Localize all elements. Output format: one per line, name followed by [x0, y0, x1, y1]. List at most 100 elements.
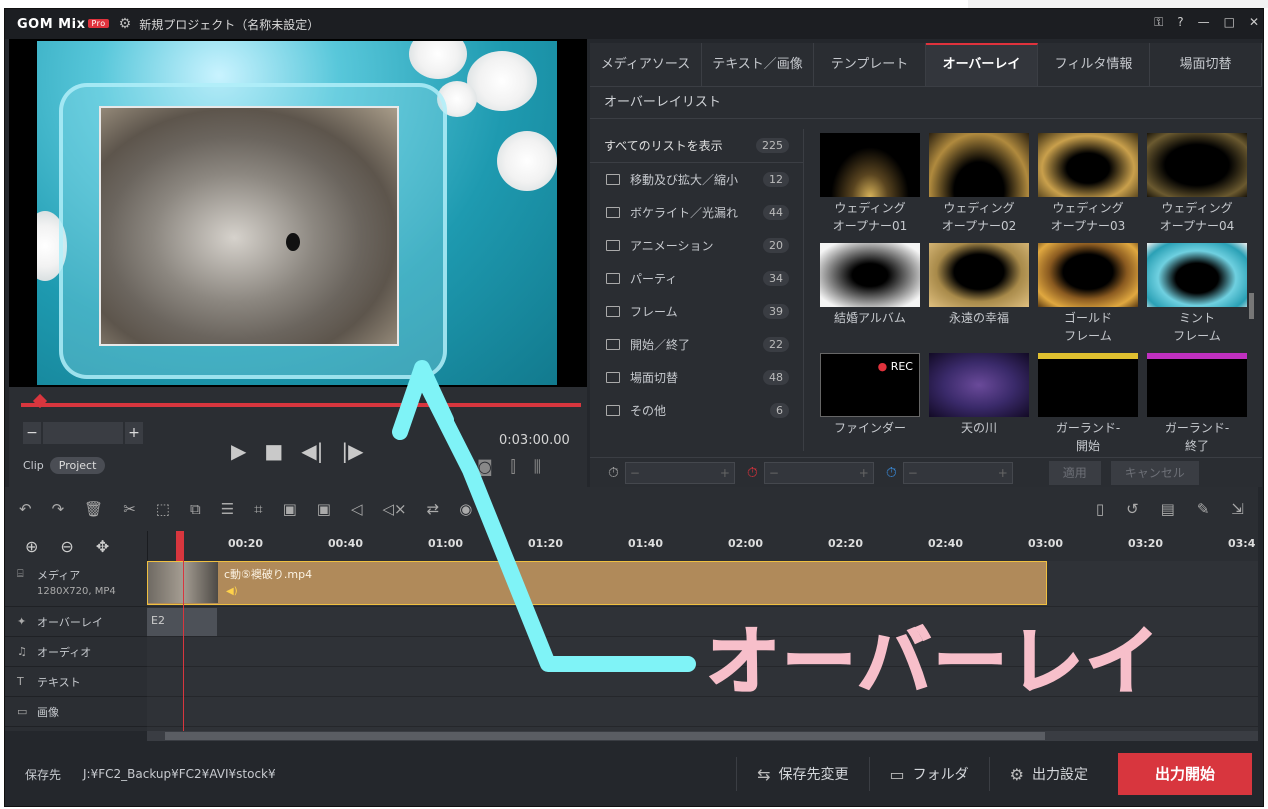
- overlay-thumb[interactable]: ウェディング オープナー03: [1038, 133, 1138, 237]
- category-item[interactable]: 開始／終了 22: [590, 328, 803, 361]
- category-item[interactable]: フレーム 39: [590, 295, 803, 328]
- output-settings-button[interactable]: ⚙ 出力設定: [988, 757, 1108, 791]
- settings-gear-icon[interactable]: ⚙: [119, 16, 132, 32]
- overlay-thumb[interactable]: ミント フレーム: [1147, 243, 1247, 347]
- tab-filter[interactable]: フィルタ情報: [1038, 43, 1150, 86]
- cut-icon[interactable]: ✂: [123, 500, 136, 518]
- overlay-clip[interactable]: E2: [147, 608, 217, 636]
- end-time-stepper[interactable]: − +: [902, 461, 1013, 484]
- overlay-thumb[interactable]: ウェディング オープナー02: [929, 133, 1029, 237]
- track-media-header[interactable]: ⌸ メディア 1280X720, MP4: [5, 561, 147, 607]
- swap-folder-icon: ⇆: [757, 764, 771, 784]
- key-icon[interactable]: ⚿: [1154, 15, 1163, 30]
- image-left-icon[interactable]: ▣: [283, 500, 297, 518]
- export-start-button[interactable]: 出力開始: [1118, 753, 1252, 795]
- timeline-playhead-line: [183, 531, 184, 731]
- show-all-item[interactable]: すべてのリストを表示 225: [590, 129, 803, 163]
- snapshot-icon[interactable]: ◙: [477, 457, 493, 477]
- folder-button[interactable]: ▭ フォルダ: [868, 757, 989, 791]
- minimize-icon[interactable]: —: [1198, 15, 1210, 30]
- start-time-stepper[interactable]: − +: [763, 461, 874, 484]
- fit-icon[interactable]: ✥: [96, 537, 109, 556]
- category-item[interactable]: その他 6: [590, 394, 803, 427]
- project-mode-button[interactable]: Project: [49, 457, 106, 474]
- duration-stepper[interactable]: − +: [624, 461, 735, 484]
- save-icon[interactable]: ▤: [1161, 500, 1175, 518]
- category-item[interactable]: パーティ 34: [590, 262, 803, 295]
- adjust-icon[interactable]: ☰: [221, 500, 234, 518]
- select-icon[interactable]: ⬚: [156, 500, 170, 518]
- category-item[interactable]: ボケライト／光漏れ 44: [590, 196, 803, 229]
- timeline-zoom-tools: ⊕ ⊖ ✥: [5, 531, 147, 561]
- undo-icon[interactable]: ↶: [19, 500, 32, 518]
- tab-template[interactable]: テンプレート: [814, 43, 926, 86]
- export-project-icon[interactable]: ⇲: [1231, 500, 1244, 518]
- overlay-thumb[interactable]: 結婚アルバム: [820, 243, 920, 347]
- tab-transition[interactable]: 場面切替: [1150, 43, 1262, 86]
- tab-overlay[interactable]: オーバーレイ: [926, 43, 1038, 86]
- overlay-thumb[interactable]: ガーランド- 開始: [1038, 353, 1138, 457]
- folder-icon: [606, 207, 620, 218]
- volume-icon[interactable]: ◁: [351, 500, 363, 518]
- clip-project-toggle: Clip Project: [23, 457, 106, 474]
- apply-button[interactable]: 適用: [1048, 460, 1101, 485]
- timeline-ruler[interactable]: 00:20 00:40 01:00 01:20 01:40 02:00 02:2…: [147, 531, 1258, 561]
- open-project-icon[interactable]: ↺: [1126, 500, 1139, 518]
- overlay-thumb[interactable]: ゴールド フレーム: [1038, 243, 1138, 347]
- track-overlay-header[interactable]: ✦ オーバーレイ: [5, 607, 147, 637]
- crop-icon[interactable]: ⌗: [254, 500, 262, 518]
- trim-icon[interactable]: ⫼: [534, 457, 541, 477]
- zoom-field[interactable]: [43, 422, 123, 444]
- prev-frame-icon[interactable]: ◀|: [301, 439, 323, 463]
- category-item[interactable]: アニメーション 20: [590, 229, 803, 262]
- next-frame-icon[interactable]: |▶: [341, 439, 363, 463]
- replace-icon[interactable]: ⇄: [427, 500, 440, 518]
- tab-text-image[interactable]: テキスト／画像: [702, 43, 814, 86]
- timeline-scrollbar[interactable]: [147, 731, 1258, 741]
- zoom-in-icon[interactable]: ⊕: [25, 537, 38, 556]
- overlay-thumb[interactable]: ウェディング オープナー04: [1147, 133, 1247, 237]
- track-audio-header[interactable]: ♫ オーディオ: [5, 637, 147, 667]
- overlay-thumb[interactable]: 永遠の幸福: [929, 243, 1029, 347]
- maximize-icon[interactable]: □: [1224, 15, 1235, 30]
- save-as-icon[interactable]: ✎: [1197, 500, 1210, 518]
- stop-icon[interactable]: ■: [264, 439, 283, 463]
- new-project-icon[interactable]: ▯: [1096, 500, 1104, 518]
- track-text-header[interactable]: T テキスト: [5, 667, 147, 697]
- window-controls: ⚿ ? — □ ✕: [1154, 15, 1259, 30]
- zoom-in-button[interactable]: +: [125, 422, 143, 444]
- overlay-thumb[interactable]: ● REC ファインダー: [820, 353, 920, 457]
- preview-zoom-stepper[interactable]: − +: [23, 422, 143, 444]
- clip-mode-button[interactable]: Clip: [23, 459, 44, 472]
- category-item[interactable]: 場面切替 48: [590, 361, 803, 394]
- media-panel: メディアソース テキスト／画像 テンプレート オーバーレイ フィルタ情報 場面切…: [590, 43, 1262, 487]
- redo-icon[interactable]: ↷: [52, 500, 65, 518]
- close-icon[interactable]: ✕: [1249, 15, 1259, 30]
- cancel-button[interactable]: キャンセル: [1110, 460, 1199, 485]
- thumbnail-scrollbar[interactable]: [1249, 293, 1254, 319]
- copy-icon[interactable]: ⧉: [190, 500, 201, 518]
- mute-icon[interactable]: ◁×: [383, 500, 407, 518]
- show-all-label: すべてのリストを表示: [604, 139, 723, 153]
- overlay-thumb[interactable]: ガーランド- 終了: [1147, 353, 1247, 457]
- help-icon[interactable]: ?: [1177, 15, 1183, 30]
- split-icon[interactable]: ⫿: [511, 457, 516, 477]
- tab-media-source[interactable]: メディアソース: [590, 43, 702, 86]
- change-destination-button[interactable]: ⇆ 保存先変更: [736, 757, 868, 791]
- zoom-out-button[interactable]: −: [23, 422, 41, 444]
- sparkle-icon: ✦: [17, 615, 27, 628]
- folder-icon: [606, 174, 620, 185]
- track-image-header[interactable]: ▭ 画像: [5, 697, 147, 727]
- play-icon[interactable]: ▶: [231, 439, 246, 463]
- film-icon: ⌸: [17, 567, 24, 580]
- image-right-icon[interactable]: ▣: [317, 500, 331, 518]
- media-clip[interactable]: c動⑤襖破り.mp4 ◀): [147, 561, 1047, 605]
- preview-seek-bar[interactable]: [21, 403, 581, 407]
- delete-icon[interactable]: 🗑: [84, 500, 103, 518]
- preview-eye-icon[interactable]: ◉: [459, 500, 472, 518]
- overlay-thumb[interactable]: ウェディング オープナー01: [820, 133, 920, 237]
- overlay-thumb[interactable]: 天の川: [929, 353, 1029, 457]
- project-title: 新規プロジェクト（名称未設定）: [139, 17, 320, 32]
- category-item[interactable]: 移動及び拡大／縮小 12: [590, 163, 803, 196]
- zoom-out-icon[interactable]: ⊖: [60, 537, 73, 556]
